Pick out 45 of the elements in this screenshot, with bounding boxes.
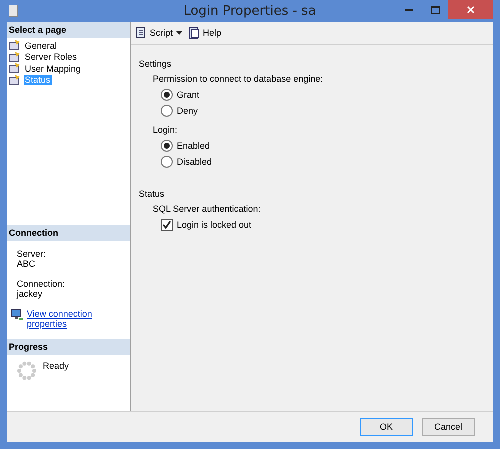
checkbox[interactable] <box>161 219 173 231</box>
script-button[interactable]: Script <box>135 26 184 40</box>
cancel-button[interactable]: Cancel <box>422 418 475 436</box>
panel-header: Select a page <box>7 22 130 38</box>
close-button[interactable] <box>448 0 493 19</box>
spinner-icon <box>17 361 37 381</box>
field-value: jackey <box>17 289 44 299</box>
window-title: Login Properties - sa <box>182 4 318 18</box>
sidebar-item[interactable]: Server Roles <box>24 52 78 62</box>
scroll-icon <box>135 26 147 40</box>
option-label: Disabled <box>177 157 212 167</box>
section-title: Status <box>139 189 166 199</box>
radio-button[interactable] <box>161 89 173 101</box>
view-properties-link[interactable]: View connection properties <box>27 309 117 329</box>
page-icon <box>9 74 21 86</box>
radio-button[interactable] <box>161 105 173 117</box>
group-label: Login: <box>153 125 179 135</box>
ok-button[interactable]: OK <box>360 418 413 436</box>
option-label: Deny <box>177 106 198 116</box>
network-icon <box>11 309 24 321</box>
panel-header: Connection <box>7 225 130 241</box>
maximize-icon[interactable] <box>430 6 440 14</box>
panel-header: Progress <box>7 339 130 355</box>
close-icon[interactable] <box>466 6 474 14</box>
minimize-icon[interactable] <box>405 8 413 10</box>
field-value: ABC <box>17 259 37 269</box>
section-title: Settings <box>139 59 173 69</box>
help-button[interactable]: Help <box>189 27 222 39</box>
sidebar-item[interactable]: User Mapping <box>24 64 82 74</box>
field-label: Connection: <box>17 279 66 289</box>
page-icon <box>9 63 21 74</box>
group-label: SQL Server authentication: <box>153 204 262 214</box>
radio-button[interactable] <box>161 156 173 168</box>
page-icon <box>9 52 21 63</box>
book-icon <box>189 27 200 39</box>
sidebar-item[interactable]: General <box>24 40 58 51</box>
progress-status: Ready <box>43 361 70 373</box>
group-label: Permission to connect to database engine: <box>153 74 324 84</box>
option-label: Enabled <box>177 141 210 151</box>
radio-button[interactable] <box>161 140 173 152</box>
option-label: Login is locked out <box>177 220 252 230</box>
field-label: Server: <box>17 249 48 259</box>
app-icon <box>9 5 18 17</box>
page-icon <box>9 40 21 52</box>
option-label: Grant <box>177 90 200 100</box>
